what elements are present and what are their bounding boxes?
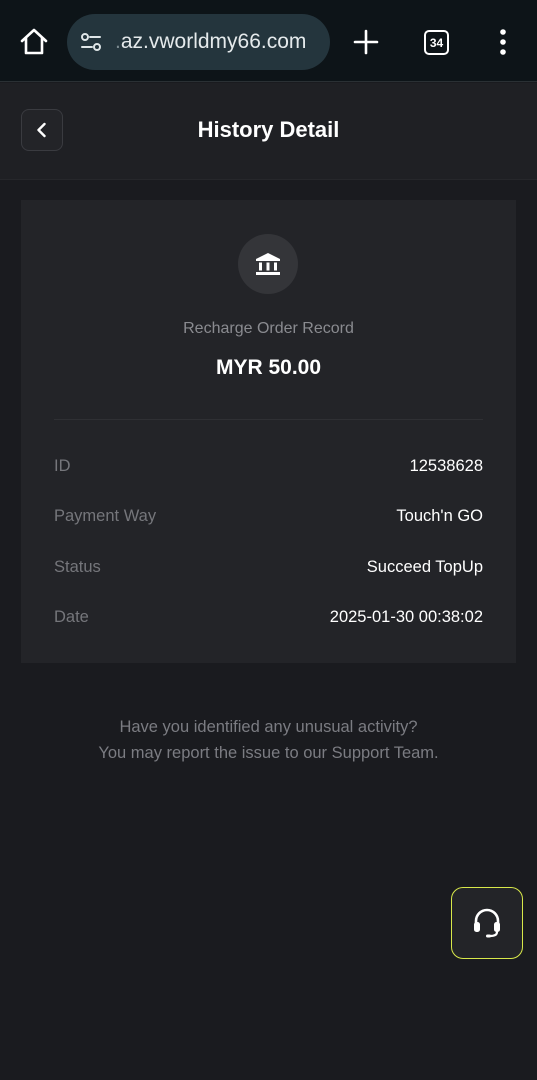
- notice-line-1: Have you identified any unusual activity…: [119, 718, 418, 736]
- tab-count: 34: [429, 35, 444, 50]
- detail-value: Succeed TopUp: [366, 557, 483, 576]
- detail-row-payment-way: Payment Way Touch'n GO: [54, 504, 483, 528]
- tune-icon: [81, 33, 101, 51]
- url-domain: az.vworldmy66.com: [120, 30, 307, 53]
- new-tab-button[interactable]: [352, 28, 380, 56]
- detail-label: Status: [54, 557, 101, 576]
- address-bar[interactable]: .az.vworldmy66.com: [67, 14, 330, 70]
- detail-row-status: Status Succeed TopUp: [54, 555, 483, 579]
- detail-row-date: Date 2025-01-30 00:38:02: [54, 605, 483, 629]
- detail-label: ID: [54, 456, 71, 475]
- headset-icon: [474, 908, 500, 938]
- site-settings-button[interactable]: [79, 30, 103, 54]
- history-detail-card: Recharge Order Record MYR 50.00 ID 12538…: [21, 200, 516, 663]
- plus-icon: [353, 29, 379, 55]
- page-header: History Detail: [0, 83, 537, 180]
- home-button[interactable]: [18, 26, 50, 58]
- tab-switcher-button[interactable]: 34: [424, 30, 449, 55]
- more-vert-icon: [500, 29, 506, 55]
- detail-label: Date: [54, 607, 89, 626]
- support-button[interactable]: [451, 887, 523, 959]
- notice-line-2: You may report the issue to our Support …: [98, 744, 439, 762]
- detail-value: 12538628: [409, 456, 483, 475]
- bank-icon: [256, 253, 280, 275]
- detail-value: Touch'n GO: [396, 506, 483, 525]
- page-title: History Detail: [197, 117, 340, 142]
- browser-toolbar: .az.vworldmy66.com 34: [0, 0, 537, 82]
- amount-value: MYR 50.00: [215, 356, 322, 379]
- bank-icon-badge: [238, 234, 298, 294]
- divider: [54, 419, 483, 420]
- record-type-label: Recharge Order Record: [183, 320, 354, 337]
- support-notice: Have you identified any unusual activity…: [0, 714, 537, 766]
- url-text[interactable]: .az.vworldmy66.com: [115, 30, 306, 54]
- detail-row-id: ID 12538628: [54, 454, 483, 478]
- detail-label: Payment Way: [54, 506, 157, 525]
- home-icon: [20, 28, 48, 55]
- browser-menu-button[interactable]: [493, 28, 513, 56]
- detail-value: 2025-01-30 00:38:02: [329, 607, 483, 626]
